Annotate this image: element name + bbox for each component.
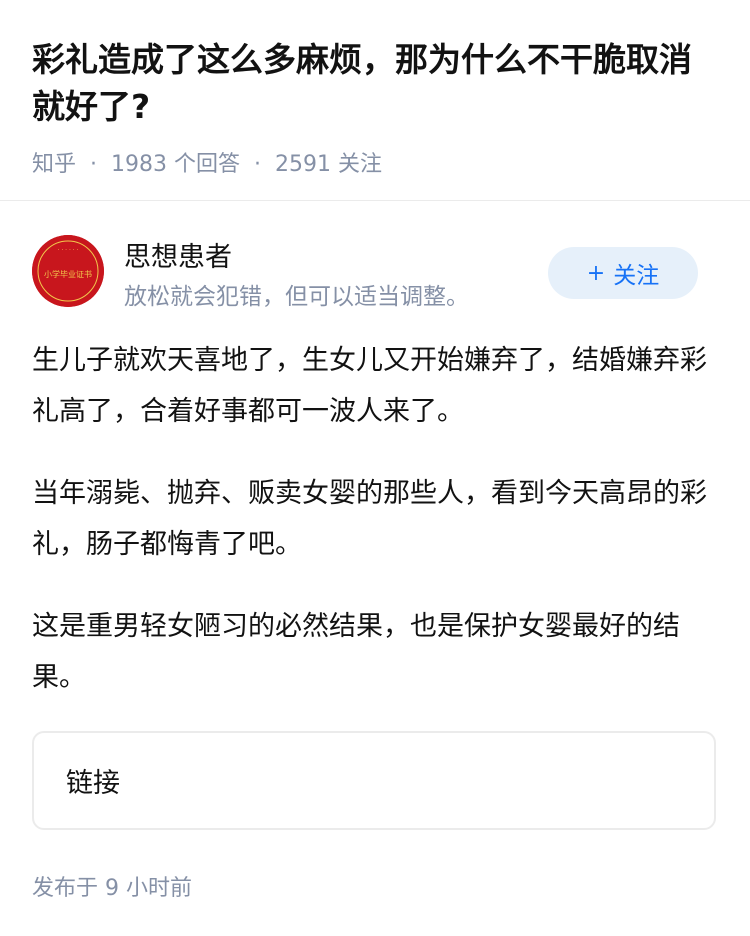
answer-paragraph: 当年溺毙、抛弃、贩卖女婴的那些人，看到今天高昂的彩礼，肠子都悔青了吧。 bbox=[32, 478, 707, 560]
source-label[interactable]: 知乎 bbox=[32, 152, 76, 177]
link-card-label: 链接 bbox=[66, 768, 120, 799]
avatar-text: 小学毕业证书 bbox=[44, 269, 92, 279]
link-card[interactable]: 链接 bbox=[32, 731, 716, 830]
question-header: 彩礼造成了这么多麻烦，那为什么不干脆取消就好了? bbox=[32, 36, 722, 130]
answer-body: 生儿子就欢天喜地了，生女儿又开始嫌弃了，结婚嫌弃彩礼高了，合着好事都可一波人来了… bbox=[32, 335, 722, 734]
question-meta: 知乎 · 1983 个回答 · 2591 关注 bbox=[32, 146, 382, 178]
certificate-avatar-icon: · · · · · · 小学毕业证书 bbox=[32, 235, 104, 307]
publish-time: 发布于 9 小时前 bbox=[32, 876, 192, 901]
answer-count[interactable]: 1983 个回答 bbox=[111, 152, 240, 177]
follow-button-label: 关注 bbox=[613, 263, 660, 289]
answer-paragraph: 生儿子就欢天喜地了，生女儿又开始嫌弃了，结婚嫌弃彩礼高了，合着好事都可一波人来了… bbox=[32, 345, 707, 427]
divider bbox=[0, 200, 750, 201]
separator-dot: · bbox=[90, 152, 98, 177]
follow-count: 2591 关注 bbox=[275, 152, 382, 177]
plus-icon: + bbox=[586, 260, 606, 286]
follow-button[interactable]: + 关注 bbox=[548, 247, 698, 299]
answer-paragraph: 这是重男轻女陋习的必然结果，也是保护女婴最好的结果。 bbox=[32, 611, 680, 693]
author-name[interactable]: 思想患者 bbox=[124, 235, 232, 274]
author-info: · · · · · · 小学毕业证书 思想患者 放松就会犯错，但可以适当调整。 … bbox=[32, 235, 718, 315]
separator-dot: · bbox=[254, 152, 261, 177]
question-title[interactable]: 彩礼造成了这么多麻烦，那为什么不干脆取消就好了? bbox=[32, 36, 722, 130]
avatar[interactable]: · · · · · · 小学毕业证书 bbox=[32, 235, 104, 307]
author-bio: 放松就会犯错，但可以适当调整。 bbox=[124, 284, 469, 310]
svg-text:· · · · · ·: · · · · · · bbox=[58, 247, 79, 254]
